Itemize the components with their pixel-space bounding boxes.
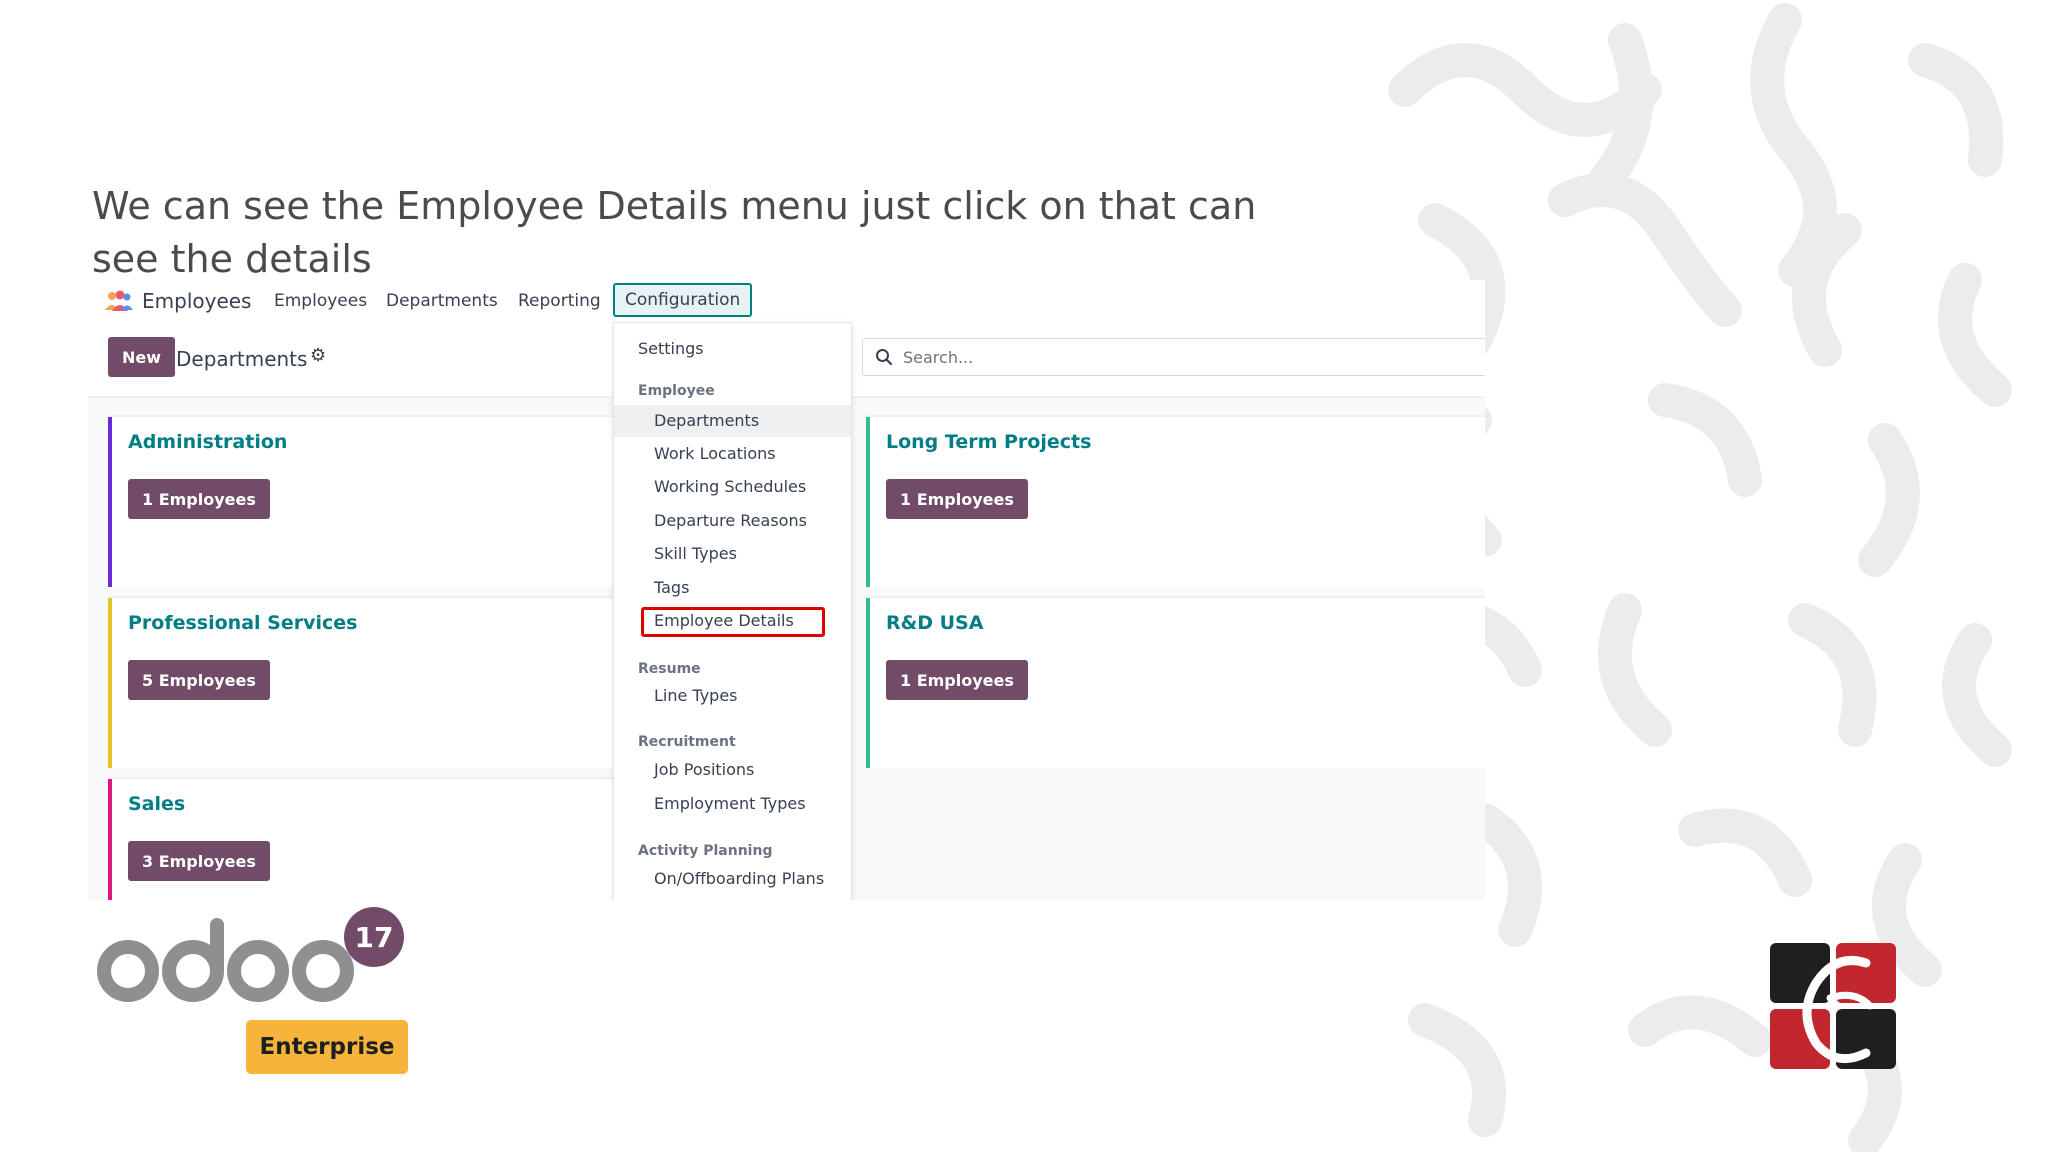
page-title: Departments [176,347,308,371]
department-name[interactable]: Long Term Projects [886,431,1091,453]
app-screenshot: Employees Employees Departments Reportin… [88,280,1485,900]
menu-item-work-locations[interactable]: Work Locations [614,438,851,470]
employees-count-button[interactable]: 1 Employees [886,479,1028,519]
top-navbar: Employees Employees Departments Reportin… [88,280,1485,320]
menu-employees[interactable]: Employees [274,291,367,311]
card-color-bar [108,598,112,768]
search-icon [876,349,893,366]
menu-item-employment-types[interactable]: Employment Types [614,788,851,820]
card-color-bar [108,417,112,587]
card-color-bar [108,779,112,900]
section-header-recruitment: Recruitment [638,734,736,750]
menu-item-label: Employment Types [654,794,806,813]
menu-item-label: Skill Types [654,544,737,563]
menu-item-departure-reasons[interactable]: Departure Reasons [614,505,851,537]
card-color-bar [866,598,870,768]
new-button[interactable]: New [108,337,176,377]
menu-item-label: On/Offboarding Plans [654,869,825,888]
menu-item-settings[interactable]: Settings [614,333,851,365]
search-placeholder: Search... [903,348,974,367]
menu-item-job-positions[interactable]: Job Positions [614,754,851,786]
menu-item-label: Line Types [654,686,738,705]
department-name[interactable]: Administration [128,431,287,453]
menu-item-working-schedules[interactable]: Working Schedules [614,471,851,503]
menu-item-label: Tags [654,578,690,597]
app-name: Employees [142,289,252,313]
department-card[interactable]: Long Term Projects 1 Employees [866,415,1485,587]
department-card[interactable]: Sales 3 Employees [108,777,628,900]
section-header-employee: Employee [638,383,715,399]
section-header-resume: Resume [638,661,701,677]
menu-item-departments[interactable]: Departments [614,405,851,437]
highlight-annotation [641,607,825,637]
department-name[interactable]: Sales [128,793,185,815]
menu-item-label: Departure Reasons [654,511,807,530]
employees-count-button[interactable]: 3 Employees [128,841,270,881]
odoo-logo: 17 [97,907,404,1002]
card-color-bar [866,417,870,587]
department-card[interactable]: Administration 1 Employees [108,415,628,587]
search-input[interactable]: Search... [862,338,1485,376]
employees-count-button[interactable]: 5 Employees [128,660,270,700]
department-card[interactable]: Professional Services 5 Employees [108,596,628,768]
menu-item-onoffboarding-plans[interactable]: On/Offboarding Plans [614,863,851,895]
menu-configuration[interactable]: Configuration [613,283,753,317]
employees-app-icon [105,290,133,311]
menu-item-label: Settings [638,339,704,358]
department-card[interactable]: R&D USA 1 Employees [866,596,1485,768]
menu-item-label: Job Positions [654,760,755,779]
menu-item-tags[interactable]: Tags [614,572,851,604]
slide-caption: We can see the Employee Details menu jus… [92,184,1257,281]
menu-item-skill-types[interactable]: Skill Types [614,538,851,570]
menu-item-label: Working Schedules [654,477,807,496]
department-name[interactable]: R&D USA [886,612,983,634]
employees-count-button[interactable]: 1 Employees [886,660,1028,700]
configuration-dropdown: Settings Employee Departments Work Locat… [613,322,852,900]
gear-icon[interactable]: ⚙ [310,345,326,366]
employees-count-button[interactable]: 1 Employees [128,479,270,519]
menu-reporting[interactable]: Reporting [518,291,601,311]
section-header-activity-planning: Activity Planning [638,843,773,859]
menu-departments[interactable]: Departments [386,291,498,311]
company-logo [1770,943,1896,1069]
menu-item-line-types[interactable]: Line Types [614,680,851,712]
department-name[interactable]: Professional Services [128,612,357,634]
menu-item-label: Departments [654,411,760,430]
menu-item-label: Work Locations [654,444,776,463]
enterprise-badge: Enterprise [246,1020,408,1074]
app-brand[interactable]: Employees [104,289,251,313]
version-number: 17 [355,921,394,954]
